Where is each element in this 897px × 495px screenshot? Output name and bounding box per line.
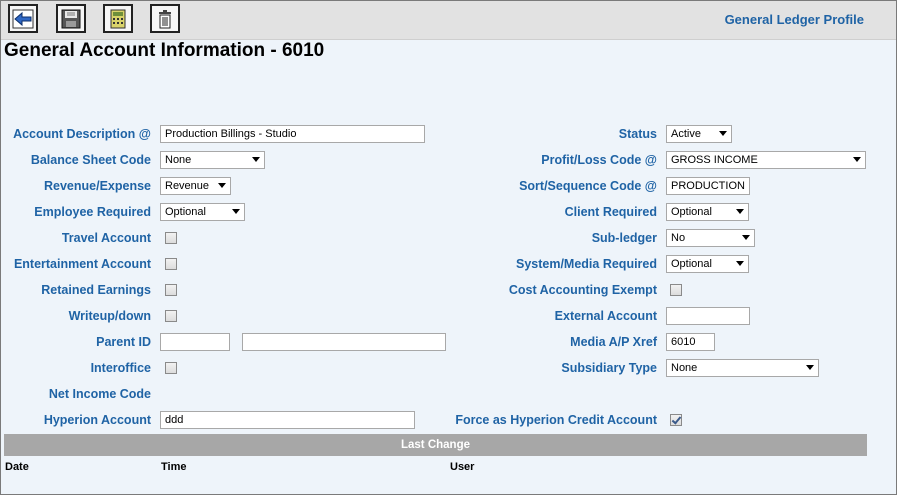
employee-required-label: Employee Required <box>34 205 151 219</box>
entertainment-account-label: Entertainment Account <box>13 257 151 271</box>
profit-loss-code-label: Profit/Loss Code @ <box>541 153 657 167</box>
sub-ledger-select[interactable]: No <box>666 229 755 247</box>
save-icon <box>61 9 81 28</box>
chevron-down-icon <box>736 209 744 214</box>
cost-accounting-exempt-label: Cost Accounting Exempt <box>508 283 657 297</box>
chevron-down-icon <box>232 209 240 214</box>
subsidiary-type-label: Subsidiary Type <box>561 361 657 375</box>
subsidiary-type-select[interactable]: None <box>666 359 819 377</box>
travel-account-label: Travel Account <box>61 231 151 245</box>
revenue-expense-label: Revenue/Expense <box>44 179 151 193</box>
travel-account-checkbox[interactable] <box>165 232 177 244</box>
status-label: Status <box>618 127 657 141</box>
arrow-left-icon <box>12 9 34 28</box>
chevron-down-icon <box>806 365 814 370</box>
net-income-code-label: Net Income Code <box>48 387 151 401</box>
chevron-down-icon <box>218 183 226 188</box>
sub-ledger-label: Sub-ledger <box>591 231 657 245</box>
chevron-down-icon <box>252 157 260 162</box>
balance-sheet-code-select[interactable]: None <box>160 151 265 169</box>
retained-earnings-label: Retained Earnings <box>41 283 151 297</box>
save-button[interactable] <box>56 4 86 33</box>
hyperion-account-input[interactable]: ddd <box>160 411 415 429</box>
force-hyperion-credit-label: Force as Hyperion Credit Account <box>455 413 657 427</box>
chevron-down-icon <box>719 131 727 136</box>
profile-title: General Ledger Profile <box>724 12 864 27</box>
parent-id-input[interactable] <box>160 333 230 351</box>
chevron-down-icon <box>736 261 744 266</box>
cost-accounting-exempt-checkbox[interactable] <box>670 284 682 296</box>
system-media-required-label: System/Media Required <box>515 257 657 271</box>
revenue-expense-select[interactable]: Revenue <box>160 177 231 195</box>
writeup-down-checkbox[interactable] <box>165 310 177 322</box>
external-account-input[interactable] <box>666 307 750 325</box>
force-hyperion-credit-checkbox[interactable] <box>670 414 682 426</box>
interoffice-label: Interoffice <box>90 361 151 375</box>
column-header-date: Date <box>5 461 29 473</box>
toolbar: General Ledger Profile <box>1 1 896 40</box>
parent-id-label: Parent ID <box>96 335 151 349</box>
chevron-down-icon <box>742 235 750 240</box>
interoffice-checkbox[interactable] <box>165 362 177 374</box>
last-change-header: Last Change <box>4 434 867 456</box>
delete-button[interactable] <box>150 4 180 33</box>
external-account-label: External Account <box>554 309 657 323</box>
page-title: General Account Information - 6010 <box>4 40 325 61</box>
chevron-down-icon <box>853 157 861 162</box>
column-header-time: Time <box>161 461 187 473</box>
client-required-label: Client Required <box>564 205 657 219</box>
balance-sheet-code-label: Balance Sheet Code <box>30 153 151 167</box>
sort-sequence-code-input[interactable]: PRODUCTION <box>666 177 750 195</box>
media-ap-xref-label: Media A/P Xref <box>570 335 657 349</box>
writeup-down-label: Writeup/down <box>68 309 151 323</box>
status-select[interactable]: Active <box>666 125 732 143</box>
calculator-button[interactable] <box>103 4 133 33</box>
app-window: General Ledger Profile General Account I… <box>0 0 897 495</box>
retained-earnings-checkbox[interactable] <box>165 284 177 296</box>
client-required-select[interactable]: Optional <box>666 203 749 221</box>
system-media-required-select[interactable]: Optional <box>666 255 749 273</box>
account-description-label: Account Description @ <box>13 127 151 141</box>
account-description-input[interactable]: Production Billings - Studio <box>160 125 425 143</box>
media-ap-xref-input[interactable]: 6010 <box>666 333 715 351</box>
hyperion-account-label: Hyperion Account <box>43 413 151 427</box>
entertainment-account-checkbox[interactable] <box>165 258 177 270</box>
calculator-icon <box>110 9 126 28</box>
profit-loss-code-select[interactable]: GROSS INCOME <box>666 151 866 169</box>
trash-icon <box>159 9 171 28</box>
column-header-user: User <box>450 461 475 473</box>
sort-sequence-code-label: Sort/Sequence Code @ <box>519 179 657 193</box>
parent-id-description-input[interactable] <box>242 333 446 351</box>
back-button[interactable] <box>8 4 38 33</box>
employee-required-select[interactable]: Optional <box>160 203 245 221</box>
